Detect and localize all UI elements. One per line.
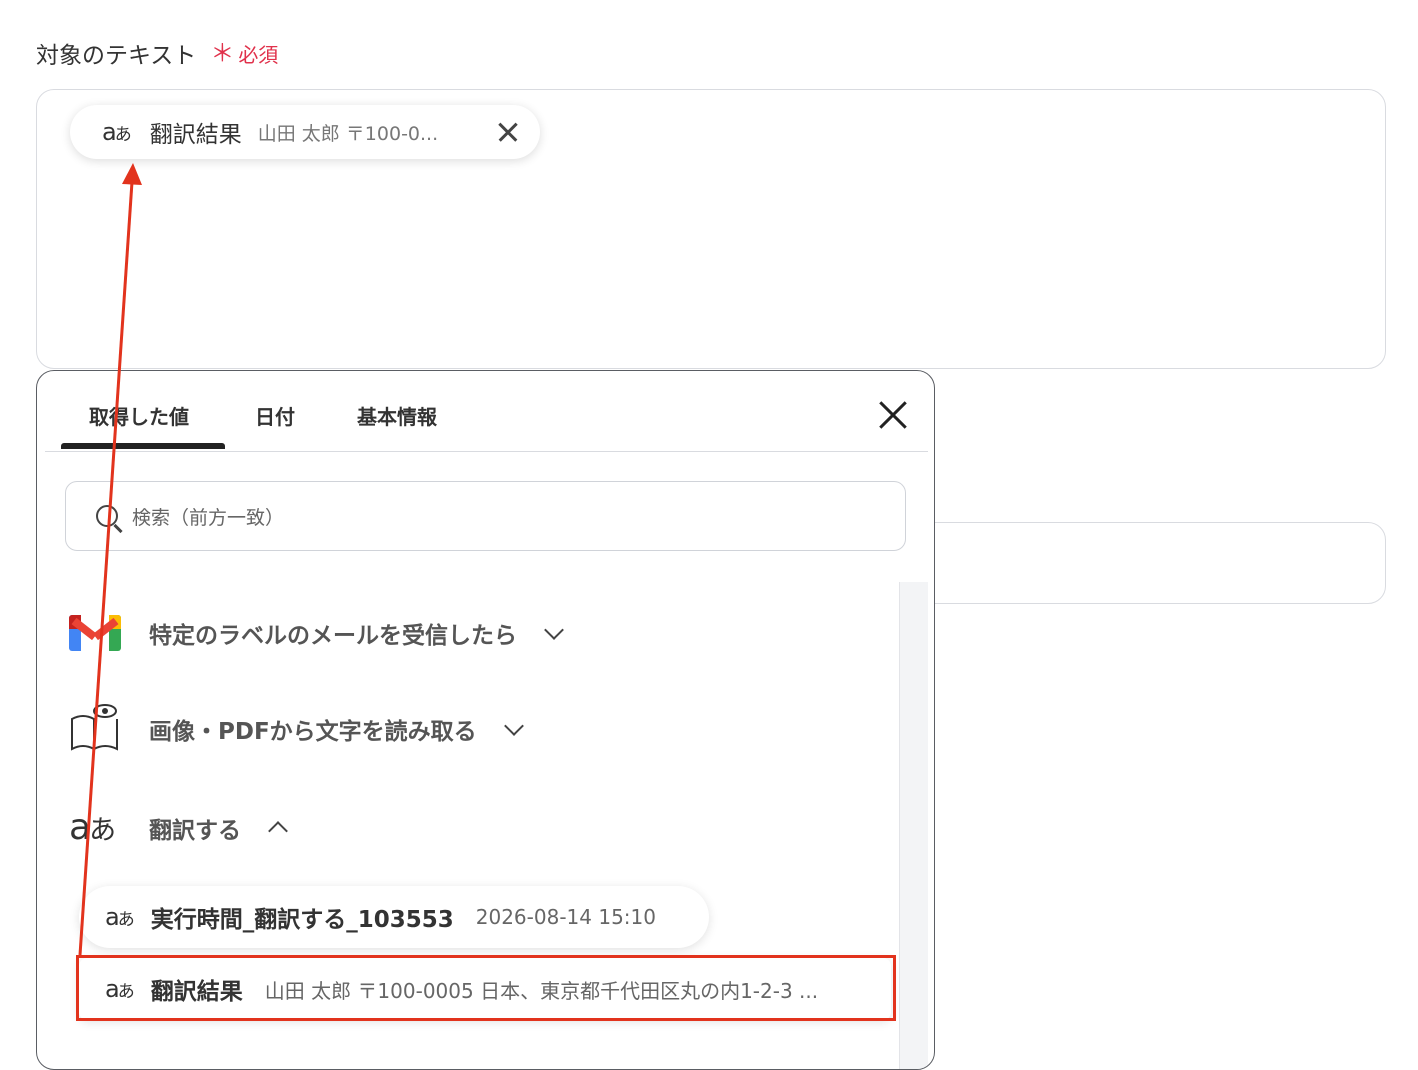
tab-basic-info[interactable]: 基本情報 bbox=[357, 401, 437, 430]
group-translate[interactable]: aあ 翻訳する bbox=[69, 807, 288, 848]
picker-tabs: 取得した値 日付 基本情報 bbox=[45, 371, 928, 452]
group-ocr[interactable]: 画像・PDFから文字を読み取る bbox=[69, 703, 524, 755]
item-name: 実行時間_翻訳する_103553 bbox=[150, 907, 454, 933]
close-icon[interactable] bbox=[877, 399, 909, 431]
scrollbar[interactable] bbox=[899, 582, 928, 1069]
gmail-icon bbox=[69, 613, 121, 653]
group-gmail-trigger[interactable]: 特定のラベルのメールを受信したら bbox=[69, 613, 564, 653]
chip-name: 翻訳結果 bbox=[149, 122, 242, 148]
chip-remove-icon[interactable] bbox=[496, 120, 520, 144]
search-placeholder: 検索（前方一致） bbox=[132, 506, 285, 529]
chevron-up-icon bbox=[268, 820, 288, 841]
group-label: 特定のラベルのメールを受信したら bbox=[149, 623, 517, 649]
required-asterisk: ＊ bbox=[210, 39, 235, 67]
aa-translate-icon: aあ bbox=[105, 903, 135, 931]
required-text: 必須 bbox=[238, 42, 279, 67]
chip-value: 山田 太郎 〒100-0... bbox=[257, 122, 439, 145]
ocr-book-icon bbox=[71, 704, 118, 751]
aa-translate-icon: aあ bbox=[102, 118, 132, 146]
tab-acquired-values[interactable]: 取得した値 bbox=[89, 401, 189, 430]
highlight-box bbox=[76, 955, 896, 1021]
tab-date[interactable]: 日付 bbox=[255, 401, 295, 430]
required-badge: ＊ 必須 bbox=[210, 39, 278, 68]
selected-value-chip[interactable]: aあ 翻訳結果 山田 太郎 〒100-0... bbox=[70, 105, 540, 159]
list-item-exec-time[interactable]: aあ 実行時間_翻訳する_103553 2026-08-14 15:10 bbox=[79, 886, 709, 948]
second-input-field[interactable] bbox=[880, 522, 1386, 604]
field-label: 対象のテキスト ＊ 必須 bbox=[36, 36, 278, 70]
group-label: 画像・PDFから文字を読み取る bbox=[149, 719, 477, 745]
group-label: 翻訳する bbox=[149, 817, 241, 844]
chevron-down-icon bbox=[544, 620, 564, 640]
chevron-down-icon bbox=[503, 716, 524, 736]
search-input[interactable]: 検索（前方一致） bbox=[65, 481, 906, 551]
search-icon bbox=[96, 505, 118, 527]
field-label-text: 対象のテキスト bbox=[36, 43, 197, 69]
aa-translate-icon: aあ bbox=[69, 807, 117, 848]
item-value: 2026-08-14 15:10 bbox=[475, 905, 656, 929]
active-tab-indicator bbox=[61, 443, 225, 449]
